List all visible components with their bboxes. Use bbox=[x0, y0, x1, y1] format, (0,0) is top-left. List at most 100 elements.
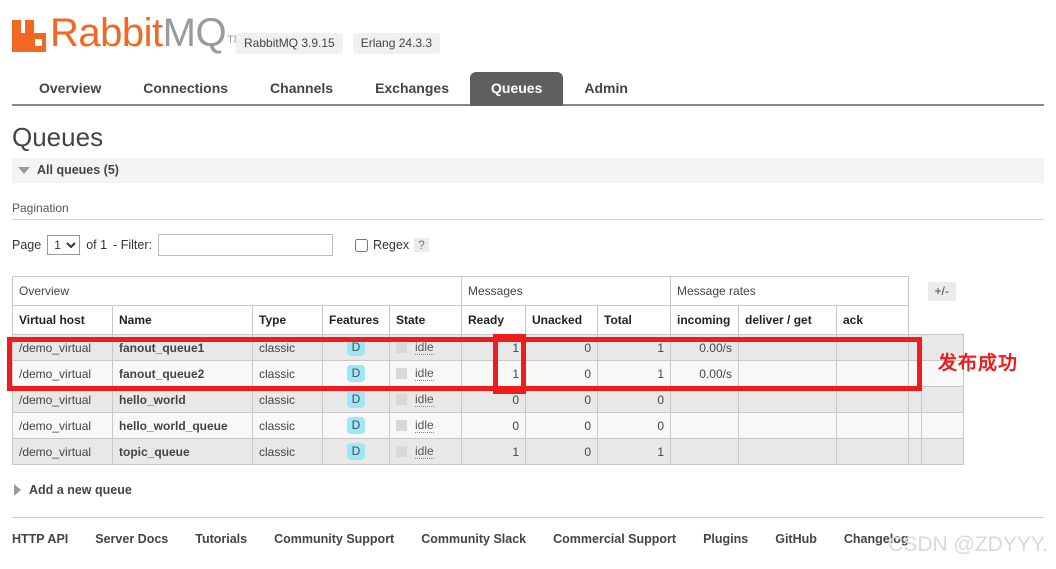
add-new-queue-toggle[interactable]: Add a new queue bbox=[14, 483, 1044, 497]
cell-queue-name[interactable]: fanout_queue2 bbox=[112, 360, 253, 387]
col-state[interactable]: State bbox=[389, 305, 462, 335]
cell-incoming bbox=[670, 438, 739, 465]
state-indicator-icon bbox=[396, 394, 407, 405]
footer-link-commercial-support[interactable]: Commercial Support bbox=[553, 532, 676, 546]
regex-option: Regex ? bbox=[354, 238, 429, 252]
col-ready[interactable]: Ready bbox=[461, 305, 526, 335]
cell-ack bbox=[836, 438, 909, 465]
footer-link-plugins[interactable]: Plugins bbox=[703, 532, 748, 546]
cell-features: D bbox=[322, 412, 390, 439]
table-row[interactable]: /demo_virtual topic_queue classic D idle… bbox=[12, 438, 964, 465]
cell-queue-name[interactable]: fanout_queue1 bbox=[112, 334, 253, 361]
cell-unacked: 0 bbox=[525, 386, 598, 413]
col-total[interactable]: Total bbox=[597, 305, 671, 335]
erlang-version-badge: Erlang 24.3.3 bbox=[352, 33, 441, 54]
cell-unacked: 0 bbox=[525, 438, 598, 465]
main-navigation: Overview Connections Channels Exchanges … bbox=[12, 70, 1044, 106]
queues-table-body: /demo_virtual fanout_queue1 classic D id… bbox=[12, 334, 964, 465]
footer-link-http-api[interactable]: HTTP API bbox=[12, 532, 68, 546]
durable-badge: D bbox=[346, 339, 366, 356]
spacer-cell bbox=[908, 438, 922, 465]
footer-link-server-docs[interactable]: Server Docs bbox=[95, 532, 168, 546]
cell-vhost: /demo_virtual bbox=[12, 438, 113, 465]
col-name[interactable]: Name bbox=[112, 305, 253, 335]
tab-connections[interactable]: Connections bbox=[122, 72, 249, 106]
cell-vhost: /demo_virtual bbox=[12, 334, 113, 361]
chevron-down-icon bbox=[18, 166, 30, 174]
tab-overview[interactable]: Overview bbox=[18, 72, 122, 106]
tab-channels[interactable]: Channels bbox=[249, 72, 354, 106]
cell-vhost: /demo_virtual bbox=[12, 360, 113, 387]
table-column-header-row: Virtual host Name Type Features State Re… bbox=[12, 305, 964, 335]
toggle-columns-button[interactable]: +/- bbox=[927, 281, 956, 301]
col-incoming[interactable]: incoming bbox=[670, 305, 739, 335]
cell-state: idle bbox=[389, 360, 462, 387]
col-ack[interactable]: ack bbox=[836, 305, 909, 335]
table-row[interactable]: /demo_virtual fanout_queue1 classic D id… bbox=[12, 334, 964, 361]
filter-input[interactable] bbox=[157, 234, 333, 256]
cell-features: D bbox=[322, 386, 390, 413]
col-unacked[interactable]: Unacked bbox=[525, 305, 598, 335]
cell-unacked: 0 bbox=[525, 412, 598, 439]
footer-link-tutorials[interactable]: Tutorials bbox=[195, 532, 247, 546]
table-row[interactable]: /demo_virtual hello_world classic D idle… bbox=[12, 386, 964, 413]
page-select[interactable]: 1 bbox=[47, 235, 81, 255]
footer-link-github[interactable]: GitHub bbox=[775, 532, 817, 546]
state-indicator-icon bbox=[396, 420, 407, 431]
cell-deliver-get bbox=[738, 438, 837, 465]
queues-table-area: Overview Messages Message rates +/- Virt… bbox=[12, 276, 1044, 465]
tab-exchanges[interactable]: Exchanges bbox=[354, 72, 470, 106]
table-row[interactable]: /demo_virtual hello_world_queue classic … bbox=[12, 412, 964, 439]
version-pills: RabbitMQ 3.9.15 Erlang 24.3.3 bbox=[236, 33, 441, 54]
group-header-overview: Overview bbox=[12, 276, 462, 306]
rabbitmq-logo[interactable]: Rabbit MQ TM bbox=[12, 13, 243, 53]
cell-incoming: 0.00/s bbox=[670, 334, 739, 361]
regex-help-icon[interactable]: ? bbox=[414, 238, 429, 252]
col-features[interactable]: Features bbox=[322, 305, 390, 335]
all-queues-label: All queues (5) bbox=[37, 163, 119, 177]
table-row[interactable]: /demo_virtual fanout_queue2 classic D id… bbox=[12, 360, 964, 387]
footer-link-community-support[interactable]: Community Support bbox=[274, 532, 394, 546]
state-label: idle bbox=[415, 444, 434, 459]
state-indicator-icon bbox=[396, 446, 407, 457]
footer-link-community-slack[interactable]: Community Slack bbox=[421, 532, 526, 546]
cell-queue-name[interactable]: topic_queue bbox=[112, 438, 253, 465]
cell-type: classic bbox=[252, 412, 323, 439]
cell-deliver-get bbox=[738, 412, 837, 439]
cell-queue-name[interactable]: hello_world bbox=[112, 386, 253, 413]
cell-type: classic bbox=[252, 360, 323, 387]
watermark: CSDN @ZDYYY. bbox=[888, 533, 1048, 556]
durable-badge: D bbox=[346, 391, 366, 408]
cell-type: classic bbox=[252, 386, 323, 413]
cell-state: idle bbox=[389, 438, 462, 465]
cell-total: 1 bbox=[597, 334, 671, 361]
cell-queue-name[interactable]: hello_world_queue bbox=[112, 412, 253, 439]
cell-ready: 1 bbox=[461, 360, 526, 387]
cell-ready: 1 bbox=[461, 334, 526, 361]
col-virtual-host[interactable]: Virtual host bbox=[12, 305, 113, 335]
rabbitmq-version-badge: RabbitMQ 3.9.15 bbox=[236, 33, 343, 54]
tab-queues[interactable]: Queues bbox=[470, 72, 564, 106]
page-label: Page bbox=[12, 238, 42, 252]
cell-type: classic bbox=[252, 334, 323, 361]
spacer-cell bbox=[908, 334, 922, 361]
col-deliver-get[interactable]: deliver / get bbox=[738, 305, 837, 335]
cell-ack bbox=[836, 360, 909, 387]
all-queues-section-toggle[interactable]: All queues (5) bbox=[12, 158, 1044, 183]
cell-features: D bbox=[322, 334, 390, 361]
nav-tab-list: Overview Connections Channels Exchanges … bbox=[12, 70, 1044, 106]
regex-checkbox[interactable] bbox=[354, 238, 368, 252]
page-content: Queues All queues (5) Pagination Page 1 … bbox=[0, 122, 1056, 497]
tab-admin[interactable]: Admin bbox=[563, 72, 649, 106]
cell-incoming bbox=[670, 412, 739, 439]
cell-total: 1 bbox=[597, 438, 671, 465]
cell-ack bbox=[836, 334, 909, 361]
spacer-cell bbox=[921, 438, 964, 465]
cell-total: 0 bbox=[597, 386, 671, 413]
state-indicator-icon bbox=[396, 342, 407, 353]
page-total-label: of 1 bbox=[86, 238, 108, 252]
group-header-messages: Messages bbox=[461, 276, 671, 306]
col-type[interactable]: Type bbox=[252, 305, 323, 335]
cell-features: D bbox=[322, 360, 390, 387]
cell-state: idle bbox=[389, 386, 462, 413]
